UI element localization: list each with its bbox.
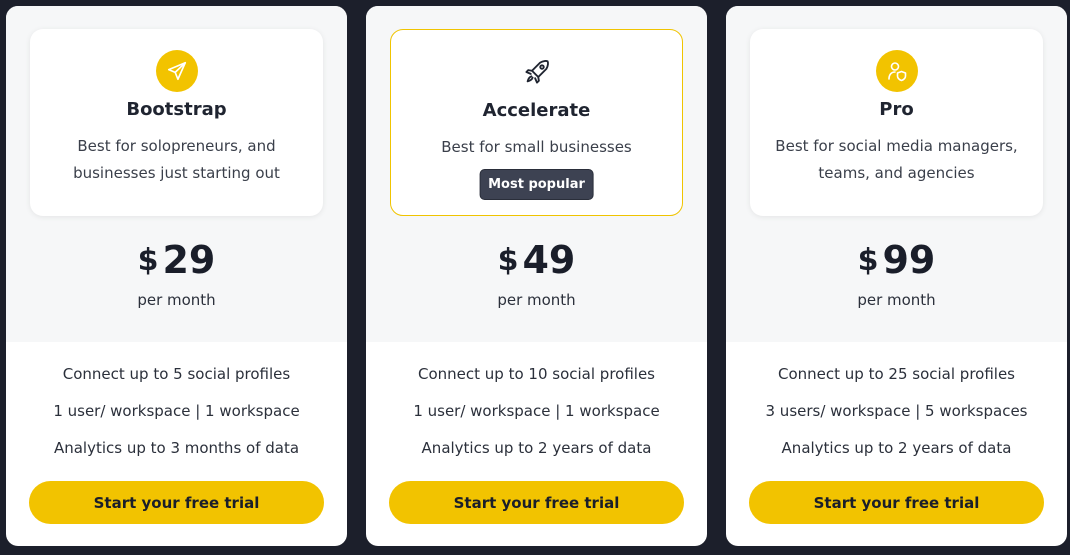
billing-period: per month [857,291,936,309]
feature-item: 3 users/ workspace | 5 workspaces [765,402,1028,420]
pricing-card-accelerate: Accelerate Best for small businesses Mos… [366,6,707,546]
plan-price: $29 [6,238,347,282]
price-amount: 29 [162,238,216,282]
plan-name: Bootstrap [126,99,227,120]
plan-summary-card: Accelerate Best for small businesses Mos… [390,29,683,216]
currency-symbol: $ [857,243,879,278]
feature-list: Connect up to 5 social profiles 1 user/ … [6,362,347,473]
plan-summary-card: Pro Best for social media managers, team… [750,29,1043,216]
plan-description: Best for small businesses [441,138,632,156]
plan-summary-card: Bootstrap Best for solopreneurs, and bus… [30,29,323,216]
feature-item: Analytics up to 2 years of data [781,439,1012,457]
price-amount: 49 [522,238,576,282]
billing-period: per month [497,291,576,309]
start-trial-button-bootstrap[interactable]: Start your free trial [29,481,324,524]
plan-description: Best for solopreneurs, and businesses ju… [73,137,280,182]
pricing-card-pro: Pro Best for social media managers, team… [726,6,1067,546]
feature-item: Connect up to 5 social profiles [62,365,291,383]
most-popular-badge: Most popular [479,169,594,200]
rocket-icon [516,51,558,93]
plan-price: $99 [726,238,1067,282]
feature-item: 1 user/ workspace | 1 workspace [53,402,300,420]
paper-plane-icon [155,50,198,92]
plan-price: $49 [366,238,707,282]
pricing-card-bootstrap: Bootstrap Best for solopreneurs, and bus… [6,6,347,546]
currency-symbol: $ [137,243,159,278]
feature-item: Connect up to 10 social profiles [418,365,655,383]
user-shield-icon [875,50,918,92]
feature-item: Analytics up to 3 months of data [53,439,300,457]
currency-symbol: $ [497,243,519,278]
start-trial-button-pro[interactable]: Start your free trial [749,481,1044,524]
plan-description: Best for social media managers, teams, a… [775,137,1018,182]
plan-name: Accelerate [482,100,591,121]
start-trial-button-accelerate[interactable]: Start your free trial [389,481,684,524]
plan-name: Pro [879,99,914,120]
price-amount: 99 [882,238,936,282]
feature-item: 1 user/ workspace | 1 workspace [413,402,660,420]
feature-list: Connect up to 25 social profiles 3 users… [726,362,1067,473]
feature-item: Analytics up to 2 years of data [421,439,652,457]
feature-item: Connect up to 25 social profiles [778,365,1015,383]
feature-list: Connect up to 10 social profiles 1 user/… [366,362,707,473]
billing-period: per month [137,291,216,309]
